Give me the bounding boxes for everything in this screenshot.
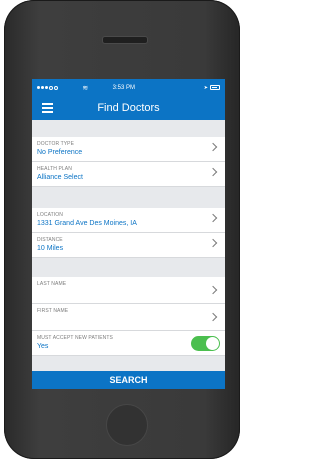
signal-icon xyxy=(37,85,58,90)
location-row[interactable]: LOCATION 1331 Grand Ave Des Moines, IA xyxy=(32,208,225,233)
field-label: DISTANCE xyxy=(37,237,63,243)
section-spacer xyxy=(32,120,225,137)
phone-frame: ≋ 3:53 PM ➤ Find Doctors DOCTOR TYPE No … xyxy=(4,0,240,459)
field-label: FIRST NAME xyxy=(37,308,69,314)
status-bar: ≋ 3:53 PM ➤ xyxy=(32,79,225,96)
doctor-type-row[interactable]: DOCTOR TYPE No Preference xyxy=(32,137,225,162)
page-title: Find Doctors xyxy=(97,102,160,114)
field-value: Alliance Select xyxy=(37,174,83,181)
field-value: 10 Miles xyxy=(37,245,64,252)
section-spacer xyxy=(32,258,225,277)
section-spacer xyxy=(32,187,225,208)
accept-new-patients-row: MUST ACCEPT NEW PATIENTS Yes xyxy=(32,331,225,356)
field-label: MUST ACCEPT NEW PATIENTS xyxy=(37,335,113,341)
accept-new-patients-toggle[interactable] xyxy=(191,336,220,351)
hamburger-icon[interactable] xyxy=(42,103,53,113)
last-name-row[interactable]: LAST NAME xyxy=(32,277,225,304)
field-value: No Preference xyxy=(37,149,83,156)
chevron-right-icon xyxy=(208,142,218,152)
chevron-right-icon xyxy=(208,238,218,248)
app-screen: ≋ 3:53 PM ➤ Find Doctors DOCTOR TYPE No … xyxy=(32,79,225,389)
battery-icon: ➤ xyxy=(204,85,220,91)
field-value: 1331 Grand Ave Des Moines, IA xyxy=(37,220,137,227)
earpiece-speaker xyxy=(102,36,148,44)
field-value: Yes xyxy=(37,343,49,350)
chevron-right-icon xyxy=(208,167,218,177)
field-label: LOCATION xyxy=(37,212,63,218)
health-plan-row[interactable]: HEALTH PLAN Alliance Select xyxy=(32,162,225,187)
search-button[interactable]: SEARCH xyxy=(32,371,225,389)
wifi-icon: ≋ xyxy=(82,84,89,92)
chevron-right-icon xyxy=(208,213,218,223)
field-label: DOCTOR TYPE xyxy=(37,141,75,147)
field-label: LAST NAME xyxy=(37,281,67,287)
distance-row[interactable]: DISTANCE 10 Miles xyxy=(32,233,225,258)
status-time: 3:53 PM xyxy=(112,84,136,91)
field-label: HEALTH PLAN xyxy=(37,166,72,172)
nav-bar: Find Doctors xyxy=(32,96,225,120)
chevron-right-icon xyxy=(208,312,218,322)
toggle-knob xyxy=(206,337,219,350)
first-name-row[interactable]: FIRST NAME xyxy=(32,304,225,331)
chevron-right-icon xyxy=(208,285,218,295)
home-button[interactable] xyxy=(106,404,148,446)
